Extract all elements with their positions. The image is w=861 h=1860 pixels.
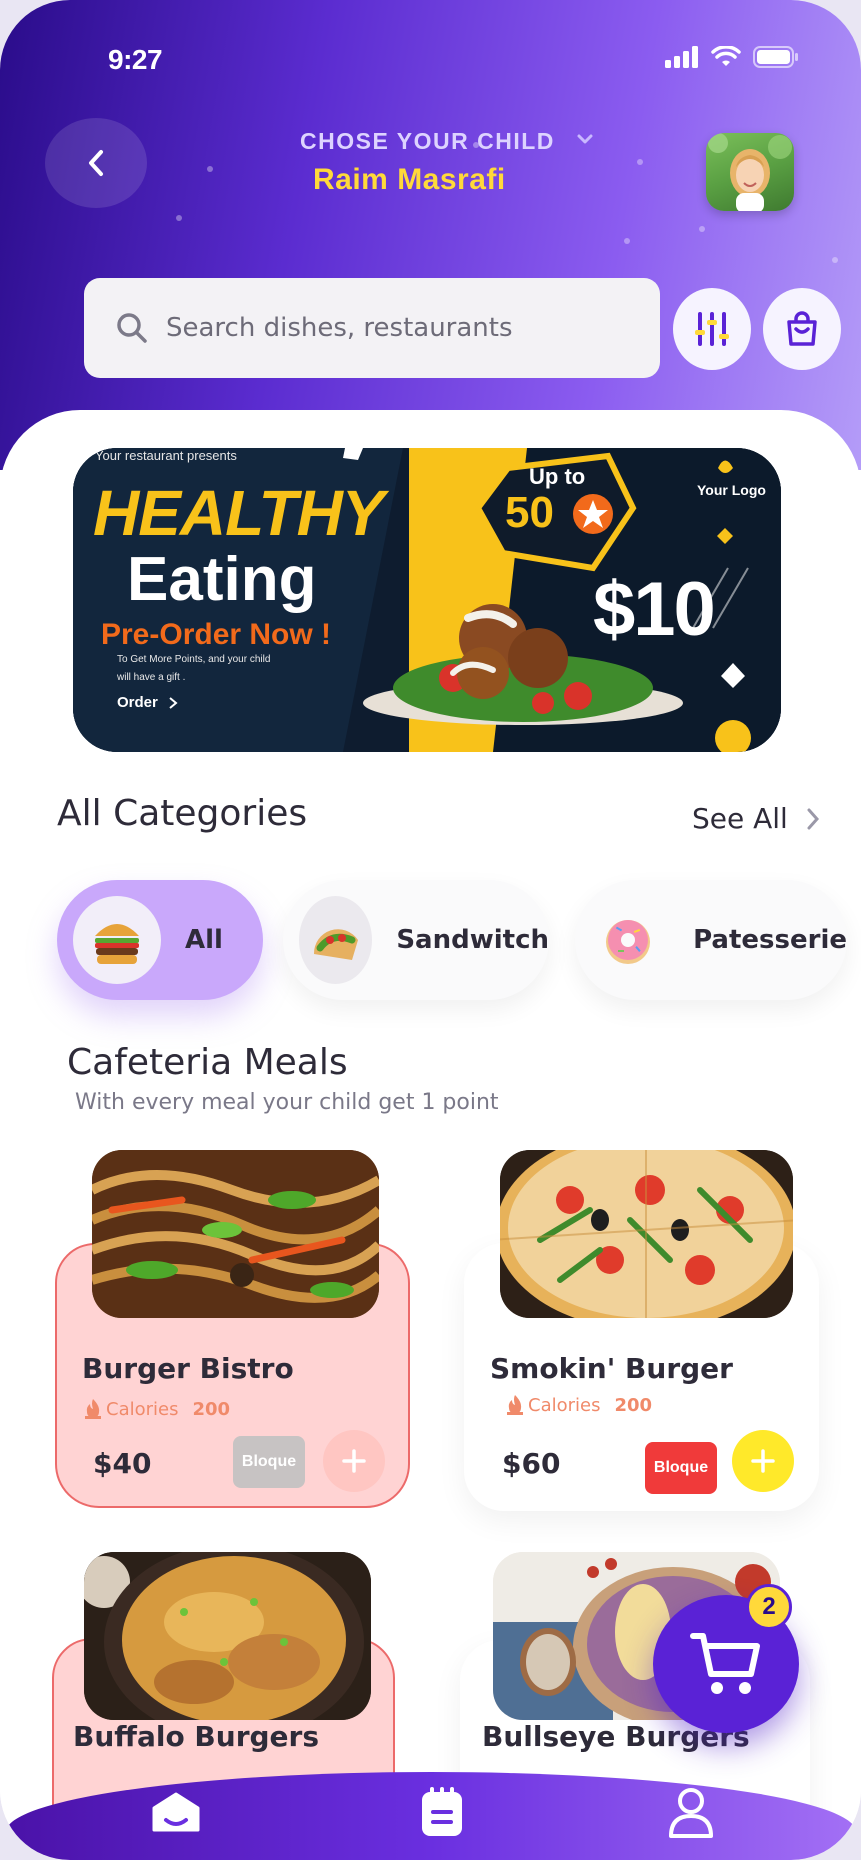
banner-title-line1: HEALTHY [93,477,384,549]
battery-icon [753,46,798,68]
search-placeholder: Search dishes, restaurants [166,313,513,343]
profile-icon [669,1788,713,1838]
flame-icon [85,1399,101,1419]
meal-price: $40 [93,1447,152,1480]
category-chip-sandwitch[interactable]: Sandwitch [283,880,549,1000]
banner-note-line2: will have a gift . [117,672,186,683]
banner-order-link[interactable]: Order [117,694,178,711]
status-time: 9:27 [108,44,163,75]
see-all-link[interactable]: See All [692,802,820,835]
banner-note-line1: To Get More Points, and your child [117,654,271,665]
cart-count-badge: 2 [746,1584,792,1630]
banner-up-to: Up to [529,464,586,489]
meal-image-pizza [500,1150,793,1318]
meal-name: Burger Bistro [82,1352,294,1385]
category-label: Sandwitch [396,925,549,955]
banner-cta: Pre-Order Now ! [101,618,332,651]
bloque-badge: Bloque [645,1442,717,1494]
chevron-down-icon[interactable] [576,132,594,146]
signal-icon [665,46,698,68]
wifi-icon [711,46,741,66]
shopping-bag-icon [787,311,817,346]
category-chip-all[interactable]: All [57,880,263,1000]
meal-calories: Calories 200 [506,1394,652,1416]
chevron-right-icon [807,808,819,829]
nav-orders[interactable] [412,1782,472,1842]
donut-icon [591,896,666,984]
nav-profile[interactable] [661,1782,721,1842]
category-label: Patesserie [693,925,847,955]
plus-icon [751,1449,775,1473]
meal-image-biryani [84,1552,371,1720]
nav-home[interactable] [146,1782,206,1842]
search-input[interactable]: Search dishes, restaurants [84,278,660,378]
cafeteria-title: Cafeteria Meals [67,1042,348,1083]
chevron-left-icon [89,150,103,176]
banner-logo-text: Your Logo [697,482,766,498]
see-all-label: See All [692,802,788,835]
meal-image-noodles [92,1150,379,1318]
category-label: All [185,925,223,955]
cafeteria-subtitle: With every meal your child get 1 point [75,1090,499,1115]
child-chooser-label[interactable]: CHOSE YOUR CHILD [300,128,555,155]
bag-button[interactable] [763,288,841,370]
app-screen: 9:27 CHOSE YOUR CHILD Raim Masrafi Searc… [0,0,861,1860]
banner-price: $10 [593,567,716,652]
meal-name: Buffalo Burgers [73,1720,320,1753]
taco-icon [299,896,373,984]
bloque-badge: Bloque [233,1436,305,1488]
child-name[interactable]: Raim Masrafi [313,163,506,197]
calories-label: Calories [528,1394,601,1416]
promo-banner[interactable]: Your restaurant presents HEALTHY Eating … [73,448,781,752]
avatar[interactable] [706,133,794,211]
sliders-icon [695,312,729,346]
orders-icon [422,1787,462,1836]
flame-icon [507,1395,523,1415]
status-icons [665,46,799,68]
home-icon [152,1792,200,1832]
categories-title: All Categories [57,793,308,834]
add-to-cart-button[interactable] [732,1430,794,1492]
category-chip-patesserie[interactable]: Patesserie [575,880,847,1000]
meal-name: Smokin' Burger [490,1352,733,1385]
chevron-right-icon [169,696,178,709]
plus-icon [342,1449,366,1473]
calories-value: 200 [614,1394,653,1416]
search-icon [117,313,147,343]
filter-button[interactable] [673,288,751,370]
header: 9:27 CHOSE YOUR CHILD Raim Masrafi Searc… [0,0,861,470]
banner-title-line2: Eating [127,545,317,614]
add-button-disabled [323,1430,385,1492]
banner-discount: 50 [505,488,554,537]
burger-icon [73,896,161,984]
calories-label: Calories [106,1398,179,1420]
banner-order-label: Order [117,694,158,711]
calories-value: 200 [192,1398,231,1420]
meal-calories: Calories 200 [84,1398,230,1420]
back-button[interactable] [45,118,147,208]
cart-icon [690,1633,760,1694]
banner-presenter: Your restaurant presents [95,448,237,463]
meal-price: $60 [502,1447,561,1480]
